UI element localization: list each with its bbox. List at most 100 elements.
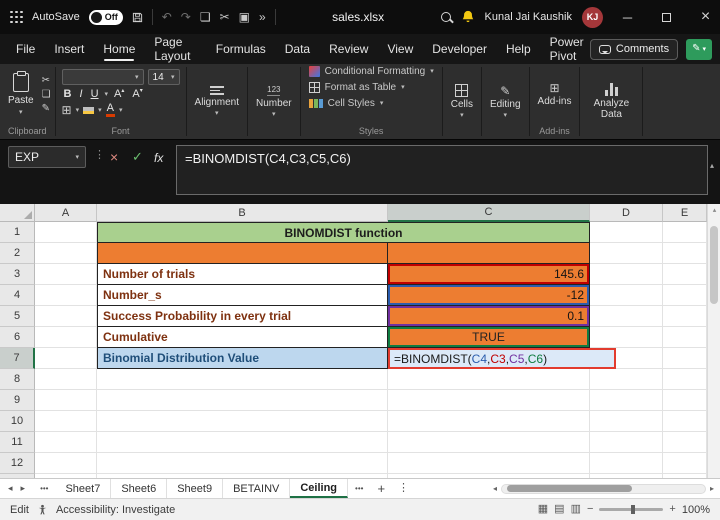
font-color-button[interactable]: A	[106, 103, 115, 117]
grid-cell[interactable]	[388, 453, 590, 474]
italic-button[interactable]: I	[78, 88, 85, 100]
zoom-slider[interactable]	[599, 508, 663, 511]
bold-button[interactable]: B	[62, 88, 74, 100]
quick-access-image-icon[interactable]	[239, 11, 250, 23]
cells-group-button[interactable]: Cells	[443, 64, 481, 139]
grid-cell[interactable]	[663, 453, 707, 474]
tab-page-layout[interactable]: Page Layout	[154, 34, 196, 64]
grid-cell[interactable]	[663, 222, 707, 243]
row-header-5[interactable]: 5	[0, 306, 35, 327]
alignment-group-button[interactable]: Alignment	[187, 64, 247, 139]
grid-cell[interactable]	[35, 453, 97, 474]
grid-cell[interactable]	[35, 222, 97, 243]
sheet-tab-sheet6[interactable]: Sheet6	[111, 479, 167, 498]
cell-c7-formula-edit[interactable]: =BINOMDIST( C4 , C3 , C5 , C6 )	[388, 348, 616, 369]
tab-home[interactable]: Home	[103, 34, 135, 64]
grid-cell[interactable]	[663, 348, 707, 369]
cell-b7-label[interactable]: Binomial Distribution Value	[97, 348, 388, 369]
accessibility-status[interactable]: Accessibility: Investigate	[56, 504, 175, 516]
grid-cell[interactable]	[388, 411, 590, 432]
horizontal-scrollbar[interactable]	[501, 484, 706, 494]
hscroll-right-icon[interactable]	[710, 485, 714, 493]
avatar[interactable]: KJ	[582, 7, 603, 28]
number-group-button[interactable]: Number	[248, 64, 300, 139]
grid-cell[interactable]	[35, 243, 97, 264]
zoom-in-button[interactable]	[669, 504, 675, 515]
editing-mode-button[interactable]	[686, 39, 712, 60]
decrease-font-button[interactable]: A	[130, 88, 144, 100]
autosave-toggle[interactable]: Off	[89, 10, 123, 25]
row-header-2[interactable]: 2	[0, 243, 35, 264]
tab-insert[interactable]: Insert	[54, 34, 84, 64]
sheet-tab-ceiling[interactable]: Ceiling	[290, 479, 348, 498]
column-header-b[interactable]: B	[97, 204, 388, 222]
grid-cell[interactable]	[590, 369, 663, 390]
tab-data[interactable]: Data	[285, 34, 310, 64]
row-header-12[interactable]: 12	[0, 453, 35, 474]
grid-cell[interactable]	[35, 327, 97, 348]
collapse-formula-bar-icon[interactable]	[710, 162, 714, 170]
grid-cell[interactable]	[663, 243, 707, 264]
row-header-9[interactable]: 9	[0, 390, 35, 411]
minimize-button[interactable]	[613, 0, 642, 34]
vertical-scrollbar[interactable]	[707, 204, 720, 478]
page-break-view-button[interactable]	[571, 504, 581, 515]
save-icon[interactable]	[132, 12, 143, 23]
styles-group-label[interactable]: Styles	[301, 125, 442, 139]
row-header-11[interactable]: 11	[0, 432, 35, 453]
row-header-7[interactable]: 7	[0, 348, 35, 369]
column-header-c[interactable]: C	[388, 204, 590, 222]
row-header-8[interactable]: 8	[0, 369, 35, 390]
zoom-out-button[interactable]	[587, 504, 593, 515]
grid-cell[interactable]	[590, 390, 663, 411]
grid-cell[interactable]	[388, 369, 590, 390]
sheet-nav-right-icon[interactable]	[21, 484, 26, 493]
column-header-a[interactable]: A	[35, 204, 97, 222]
format-as-table-button[interactable]: Format as Table	[309, 82, 434, 93]
grid-cell[interactable]	[590, 432, 663, 453]
tab-formulas[interactable]: Formulas	[216, 34, 266, 64]
grid-cell[interactable]	[35, 264, 97, 285]
grid-cell[interactable]	[590, 411, 663, 432]
search-icon[interactable]	[441, 12, 451, 22]
sheet-nav-left-icon[interactable]	[8, 484, 13, 493]
sheet-tab-betainv[interactable]: BETAINV	[223, 479, 290, 498]
cancel-entry-button[interactable]	[110, 150, 118, 164]
font-size-select[interactable]: 14	[148, 69, 180, 85]
insert-function-button[interactable]: fx	[154, 151, 163, 165]
grid-cell[interactable]	[35, 285, 97, 306]
undo-icon[interactable]	[162, 11, 172, 23]
grid-cell[interactable]	[97, 432, 388, 453]
row-header-10[interactable]: 10	[0, 411, 35, 432]
editing-group-button[interactable]: Editing	[482, 64, 529, 139]
column-header-e[interactable]: E	[663, 204, 707, 222]
format-painter-button[interactable]	[42, 104, 51, 114]
cell-c3-value[interactable]: 145.6	[388, 264, 590, 285]
grid-cell[interactable]	[35, 411, 97, 432]
grid-cell[interactable]	[388, 432, 590, 453]
new-sheet-button[interactable]	[370, 479, 392, 498]
grid-cell[interactable]	[590, 243, 663, 264]
grid-cell[interactable]	[663, 390, 707, 411]
cell-b5-label[interactable]: Success Probability in every trial	[97, 306, 388, 327]
row-header-1[interactable]: 1	[0, 222, 35, 243]
grid-cell[interactable]	[663, 306, 707, 327]
font-name-select[interactable]	[62, 69, 144, 85]
grid-cell[interactable]	[663, 411, 707, 432]
zoom-slider-thumb[interactable]	[631, 505, 635, 514]
grid-cell[interactable]	[590, 285, 663, 306]
analyze-data-button[interactable]: Analyze Data	[580, 64, 642, 139]
tab-view[interactable]: View	[387, 34, 413, 64]
grid-cell[interactable]	[590, 264, 663, 285]
grid-cell[interactable]	[35, 432, 97, 453]
grid-cell[interactable]	[35, 348, 97, 369]
grid-cell[interactable]	[97, 411, 388, 432]
cell-styles-button[interactable]: Cell Styles	[309, 98, 434, 109]
cut-button[interactable]	[42, 76, 51, 86]
confirm-entry-button[interactable]	[132, 150, 143, 163]
cell-c2[interactable]	[388, 243, 590, 264]
conditional-formatting-button[interactable]: Conditional Formatting	[309, 66, 434, 77]
borders-button[interactable]	[62, 104, 72, 116]
vertical-scrollbar-thumb[interactable]	[710, 226, 718, 304]
addins-button[interactable]: Add-ins	[530, 64, 580, 125]
